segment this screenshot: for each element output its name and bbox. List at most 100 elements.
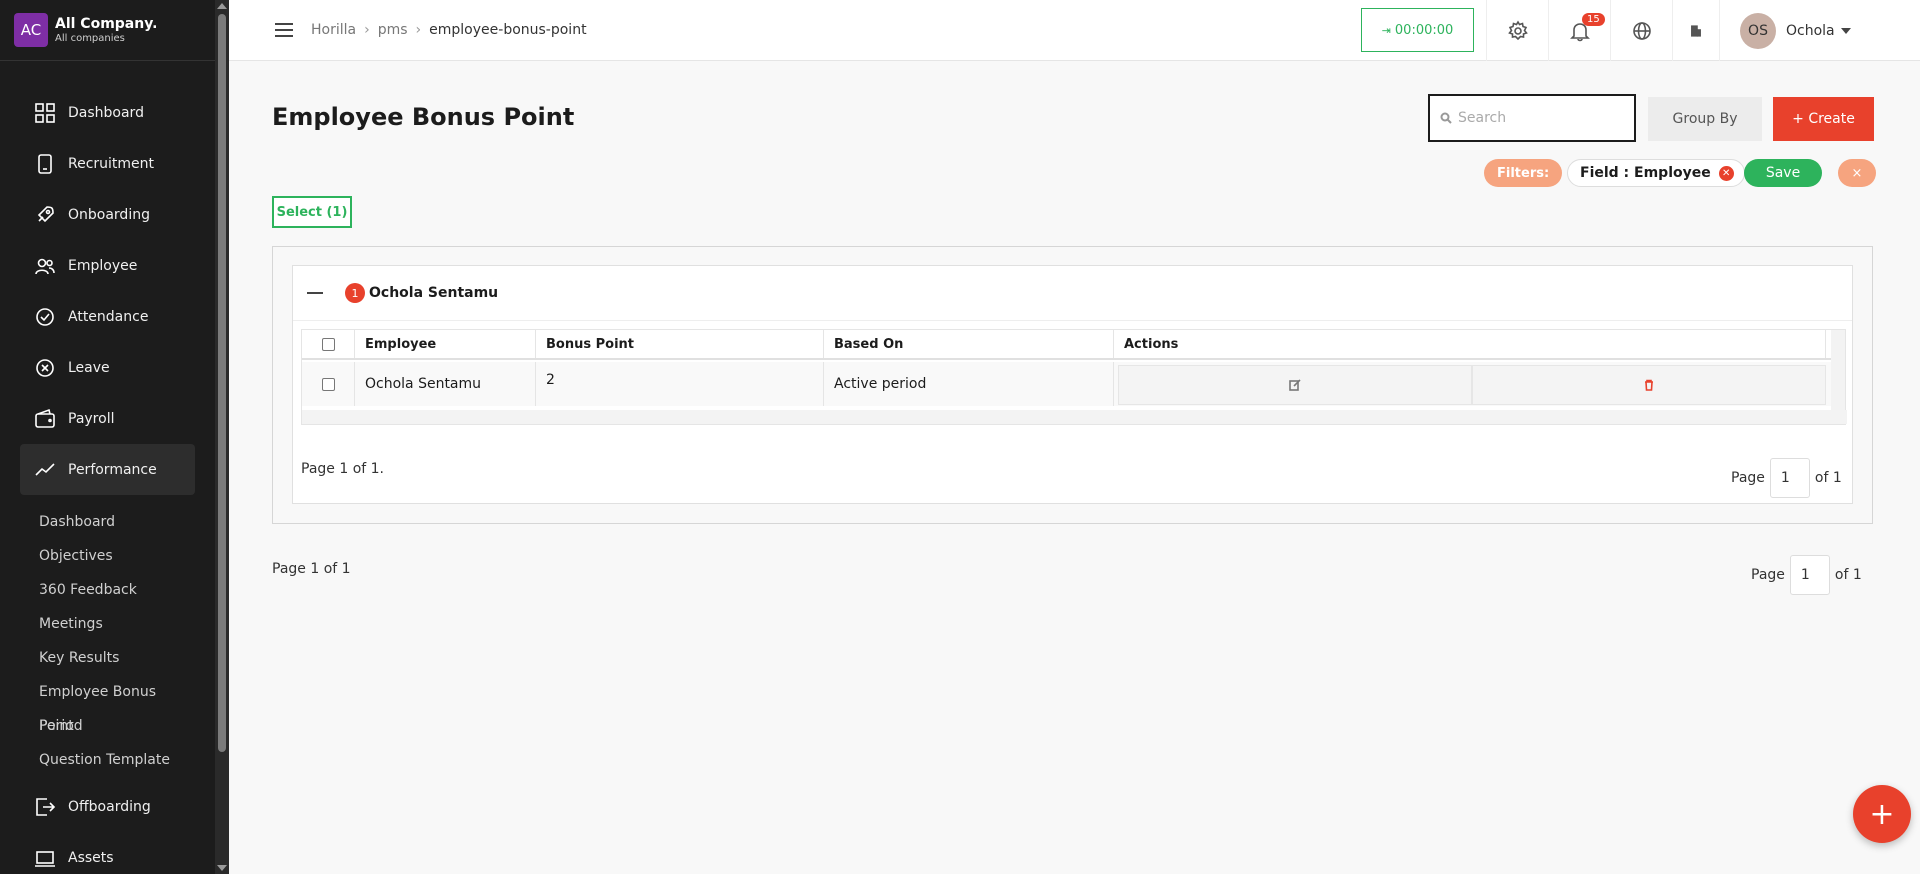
gear-icon — [1507, 19, 1528, 40]
sidebar-item-recruitment[interactable]: Recruitment — [20, 138, 195, 189]
company-button[interactable] — [1672, 0, 1719, 61]
subnav-objectives[interactable]: Objectives — [20, 539, 195, 573]
collapse-minus-icon[interactable] — [307, 292, 323, 294]
sidebar-item-onboarding[interactable]: Onboarding — [20, 189, 195, 240]
trend-icon — [34, 459, 56, 481]
subnav-360-feedback[interactable]: 360 Feedback — [20, 573, 195, 607]
table-row[interactable]: Ochola Sentamu 2 Active period — [302, 362, 1845, 406]
laptop-icon — [34, 847, 56, 869]
settings-button[interactable] — [1486, 0, 1548, 61]
pagination: Page of 1 — [1751, 555, 1862, 595]
column-bonus-point[interactable]: Bonus Point — [536, 330, 824, 358]
sidebar-item-label: Dashboard — [68, 104, 144, 121]
filter-chip: Field : Employee ✕ — [1567, 159, 1745, 187]
column-employee[interactable]: Employee — [355, 330, 536, 358]
sidebar-item-performance[interactable]: Performance — [20, 444, 195, 495]
subnav-meetings[interactable]: Meetings — [20, 607, 195, 641]
notifications-button[interactable]: 15 — [1548, 0, 1610, 61]
user-menu[interactable]: OS Ochola — [1719, 0, 1851, 61]
sidebar-item-offboarding[interactable]: Offboarding — [20, 781, 195, 832]
sidebar-item-employee[interactable]: Employee — [20, 240, 195, 291]
company-name: All Company. — [55, 15, 158, 32]
sidebar-item-attendance[interactable]: Attendance — [20, 291, 195, 342]
search-input[interactable] — [1458, 110, 1628, 126]
clock-in-timer-button[interactable]: ⇥ 00:00:00 — [1361, 8, 1474, 52]
subnav-employee-bonus-point[interactable]: Employee Bonus Point — [20, 675, 195, 734]
group-count-badge: 1 — [345, 283, 365, 303]
sidebar-item-label: Leave — [68, 359, 110, 376]
row-checkbox[interactable] — [321, 377, 335, 391]
sidebar-item-label: Employee — [68, 257, 138, 274]
sidebar-item-payroll[interactable]: Payroll — [20, 393, 195, 444]
edit-icon — [1288, 379, 1301, 391]
group-pagination: Page of 1 — [1731, 458, 1842, 498]
scroll-up-arrow[interactable] — [217, 3, 227, 9]
exit-icon — [34, 796, 56, 818]
column-based-on[interactable]: Based On — [824, 330, 1114, 358]
breadcrumb-current: employee-bonus-point — [429, 22, 587, 38]
subnav-dashboard[interactable]: Dashboard — [20, 505, 195, 539]
scroll-thumb[interactable] — [218, 14, 226, 752]
subnav-period[interactable]: Period — [20, 709, 195, 743]
quick-add-plus-button[interactable]: + — [1853, 785, 1911, 843]
group-page-of: of 1 — [1814, 470, 1842, 486]
table-horizontal-scrollbar[interactable] — [302, 410, 1847, 424]
subnav-question-template[interactable]: Question Template — [20, 743, 195, 777]
sidebar: AC All Company. All companies Dashboard … — [0, 0, 215, 874]
page-of: of 1 — [1834, 567, 1862, 583]
bonus-point-table: Employee Bonus Point Based On Actions Oc… — [301, 329, 1847, 425]
group-list-container: 1 Ochola Sentamu Employee Bonus Point Ba… — [272, 246, 1873, 524]
group-page-input[interactable] — [1769, 458, 1810, 498]
sidebar-item-assets[interactable]: Assets — [20, 832, 195, 874]
timer-value: 00:00:00 — [1394, 22, 1454, 38]
pagination-text: Page 1 of 1 — [272, 561, 351, 577]
check-circle-icon — [34, 306, 56, 328]
select-all-checkbox[interactable] — [321, 337, 335, 351]
sidebar-nav: Dashboard Recruitment Onboarding Employe… — [20, 87, 195, 874]
company-logo: AC — [14, 13, 48, 47]
sidebar-item-leave[interactable]: Leave — [20, 342, 195, 393]
breadcrumb-pms[interactable]: pms — [378, 22, 408, 38]
row-select-cell — [302, 362, 355, 406]
phone-icon — [34, 153, 56, 175]
select-button[interactable]: Select (1) — [272, 196, 352, 228]
delete-button[interactable] — [1471, 365, 1826, 405]
sidebar-item-label: Attendance — [68, 308, 149, 325]
cell-employee: Ochola Sentamu — [355, 362, 536, 406]
clear-filters-button[interactable]: × — [1838, 159, 1876, 187]
save-filter-button[interactable]: Save — [1744, 159, 1822, 187]
group-header[interactable]: 1 Ochola Sentamu — [293, 266, 1852, 321]
rocket-icon — [34, 204, 56, 226]
search-icon — [1440, 112, 1452, 124]
sidebar-item-label: Assets — [68, 849, 114, 866]
sidebar-scrollbar[interactable] — [215, 0, 229, 874]
hamburger-menu-icon[interactable] — [275, 23, 293, 37]
subnav-key-results[interactable]: Key Results — [20, 641, 195, 675]
group-by-button[interactable]: Group By — [1648, 97, 1762, 141]
cell-based-on: Active period — [824, 362, 1114, 406]
sidebar-item-label: Payroll — [68, 410, 115, 427]
notification-count-badge: 15 — [1582, 13, 1605, 26]
company-switcher[interactable]: AC All Company. All companies — [0, 0, 215, 61]
wallet-icon — [34, 408, 56, 430]
group-pagination-text: Page 1 of 1. — [301, 461, 385, 477]
sidebar-item-label: Onboarding — [68, 206, 150, 223]
sidebar-item-dashboard[interactable]: Dashboard — [20, 87, 195, 138]
table-vertical-scrollbar[interactable] — [1831, 330, 1845, 410]
users-icon — [34, 255, 56, 277]
language-button[interactable] — [1610, 0, 1672, 61]
sidebar-item-label: Performance — [68, 461, 157, 478]
edit-button[interactable] — [1118, 365, 1472, 405]
remove-filter-close-icon[interactable]: ✕ — [1718, 165, 1734, 181]
group-title: Ochola Sentamu — [369, 285, 499, 301]
breadcrumb: Horilla › pms › employee-bonus-point — [311, 22, 587, 38]
breadcrumb-horilla[interactable]: Horilla — [311, 22, 356, 38]
sidebar-item-label: Recruitment — [68, 155, 155, 172]
performance-submenu: Dashboard Objectives 360 Feedback Meetin… — [20, 495, 195, 781]
top-header: Horilla › pms › employee-bonus-point ⇥ 0… — [229, 0, 1920, 61]
select-all-cell — [302, 330, 355, 358]
page-input[interactable] — [1789, 555, 1830, 595]
scroll-down-arrow[interactable] — [217, 865, 227, 871]
grid-icon — [34, 102, 56, 124]
create-button[interactable]: + Create — [1773, 97, 1874, 141]
